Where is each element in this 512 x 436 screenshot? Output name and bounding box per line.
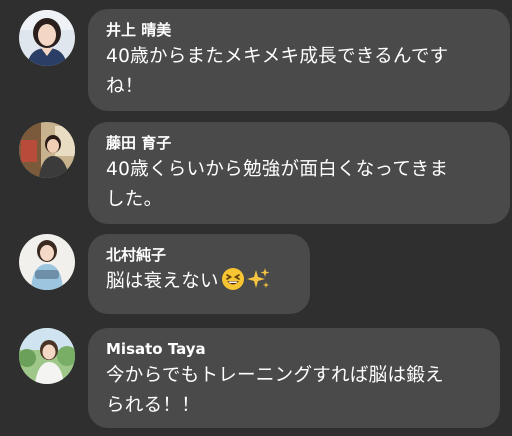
avatar[interactable] <box>19 122 75 178</box>
comment-text: 40歳くらいから勉強が面白くなってきま した。 <box>106 155 496 215</box>
comment-text: 脳は衰えない <box>106 267 296 301</box>
profile-photo-icon <box>19 234 75 290</box>
comment-text-line: 40歳くらいから勉強が面白くなってきま <box>106 159 449 180</box>
comment-text-line: 40歳からまたメキメキ成長できるんです <box>106 46 449 67</box>
comment-text-line: られる！！ <box>106 395 201 416</box>
comment-bubble: 藤田 育子 40歳くらいから勉強が面白くなってきま した。 <box>88 122 510 224</box>
avatar[interactable] <box>19 328 75 384</box>
comment-bubble: 北村純子 脳は衰えない <box>88 234 310 314</box>
comment-author[interactable]: 北村純子 <box>106 245 296 267</box>
comment-bubble: Misato Taya 今からでもトレーニングすれば脳は鍛え られる！！ <box>88 328 500 428</box>
avatar[interactable] <box>19 234 75 290</box>
comment-text-line: ね！ <box>106 76 144 97</box>
avatar[interactable] <box>19 10 75 66</box>
comment-bubble: 井上 晴美 40歳からまたメキメキ成長できるんです ね！ <box>88 9 510 111</box>
comment-text-line: 今からでもトレーニングすれば脳は鍛え <box>106 365 444 386</box>
comment-text-content: 脳は衰えない <box>106 271 219 292</box>
sparkles-icon <box>246 267 271 301</box>
profile-photo-icon <box>19 122 75 178</box>
comment-text-line: 脳は衰えない <box>106 267 296 301</box>
profile-photo-icon <box>19 328 75 384</box>
comment-text: 40歳からまたメキメキ成長できるんです ね！ <box>106 42 496 102</box>
grinning-squinting-face-icon <box>221 267 245 301</box>
comment-author[interactable]: 藤田 育子 <box>106 133 496 155</box>
comment-author[interactable]: Misato Taya <box>106 339 486 361</box>
comment-text-line: した。 <box>106 189 163 210</box>
comment-text: 今からでもトレーニングすれば脳は鍛え られる！！ <box>106 361 486 421</box>
comment-author[interactable]: 井上 晴美 <box>106 20 496 42</box>
profile-photo-icon <box>19 10 75 66</box>
